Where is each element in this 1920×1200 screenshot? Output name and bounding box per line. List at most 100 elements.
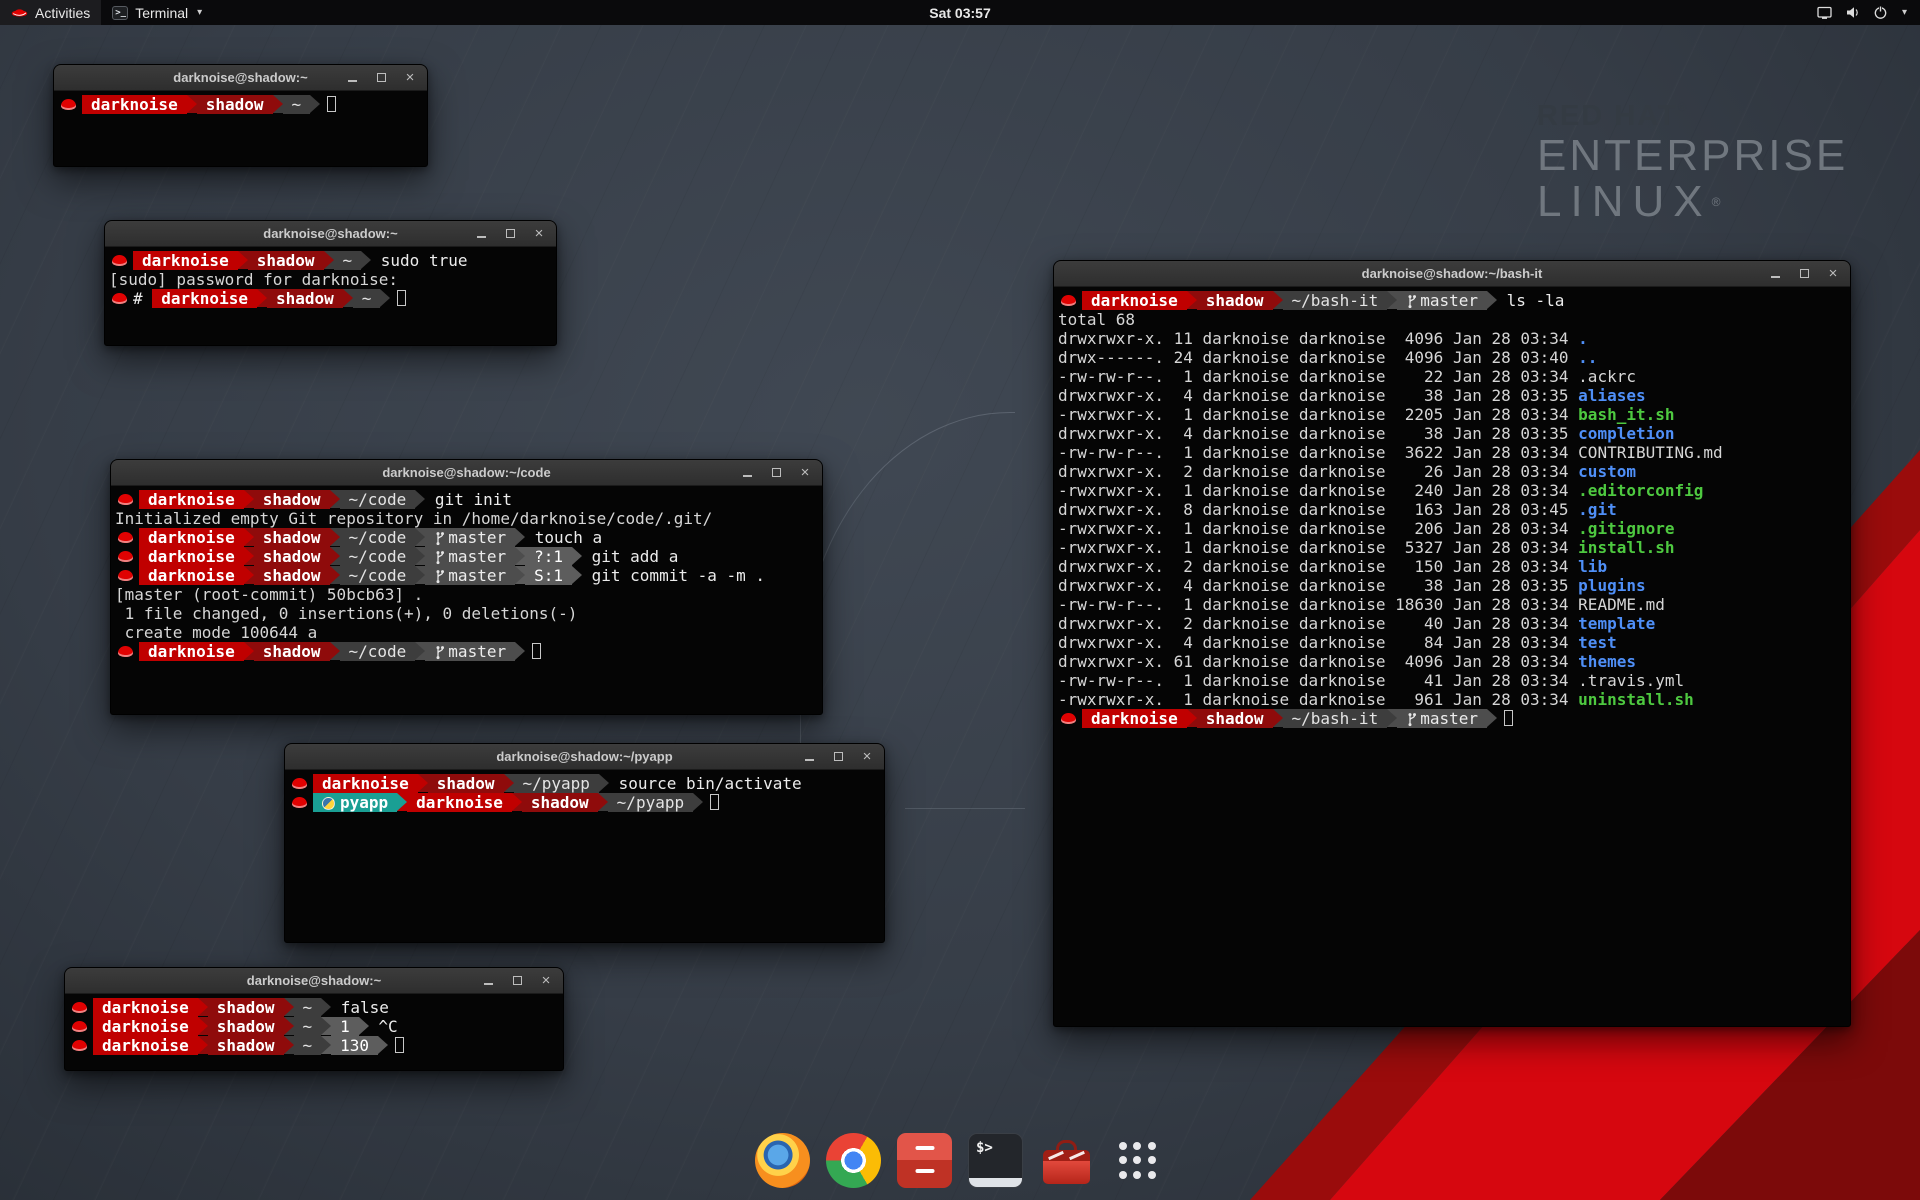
powerline-arrow (244, 566, 254, 584)
user-segment: darknoise (407, 793, 512, 812)
host-segment: shadow (254, 528, 330, 547)
redhat-prompt-icon (1061, 713, 1076, 724)
terminal-text: drwxrwxr-x. 4 darknoise darknoise 38 Jan… (1058, 386, 1578, 405)
terminal-window-5[interactable]: darknoise@shadow:~×darknoiseshadow~ fals… (64, 967, 564, 1071)
dock-firefox-icon[interactable] (755, 1133, 810, 1188)
terminal-line: Initialized empty Git repository in /hom… (115, 509, 820, 528)
close-button[interactable]: × (538, 973, 554, 989)
powerline-arrow (1387, 291, 1397, 309)
terminal-window-3[interactable]: darknoise@shadow:~/code× darknoiseshadow~… (110, 459, 823, 715)
maximize-button[interactable] (768, 465, 784, 481)
window-titlebar[interactable]: darknoise@shadow:~/bash-it× (1054, 261, 1850, 287)
terminal-line: darknoiseshadow~/codemaster touch a (115, 528, 820, 547)
powerline-arrow (572, 547, 582, 565)
git-status-segment: ?:1 (525, 547, 572, 566)
top-bar: Activities >_ Terminal ▾ Sat 03:57 ▾ (0, 0, 1920, 25)
powerline-arrow (397, 793, 407, 811)
host-segment: shadow (522, 793, 598, 812)
maximize-button[interactable] (373, 70, 389, 86)
host-segment: shadow (428, 774, 504, 793)
window-titlebar[interactable]: darknoise@shadow:~ × (54, 65, 427, 91)
powerline-arrow (415, 547, 425, 565)
app-menu-terminal[interactable]: >_ Terminal ▾ (101, 0, 213, 25)
maximize-button[interactable] (830, 749, 846, 765)
redhat-prompt-icon (61, 99, 76, 110)
terminal-text: drwxrwxr-x. 2 darknoise darknoise 150 Ja… (1058, 557, 1578, 576)
terminal-cursor (532, 643, 541, 659)
maximize-button[interactable] (509, 973, 525, 989)
minimize-button[interactable] (801, 749, 817, 765)
powerline-arrow (198, 1036, 208, 1054)
close-button[interactable]: × (402, 70, 418, 86)
host-segment: shadow (208, 998, 284, 1017)
host-segment: shadow (267, 289, 343, 308)
maximize-button[interactable] (1796, 266, 1812, 282)
window-titlebar[interactable]: darknoise@shadow:~/code× (111, 460, 822, 486)
terminal-line: -rw-rw-r--. 1 darknoise darknoise 18630 … (1058, 595, 1848, 614)
powerline-arrow (1187, 291, 1197, 309)
user-segment: darknoise (152, 289, 257, 308)
terminal-screen[interactable]: darknoiseshadow~ sudo true[sudo] passwor… (105, 247, 556, 345)
activities-button[interactable]: Activities (0, 0, 101, 25)
minimize-button[interactable] (480, 973, 496, 989)
host-segment: shadow (208, 1017, 284, 1036)
terminal-text: drwxrwxr-x. 2 darknoise darknoise 40 Jan… (1058, 614, 1578, 633)
close-button[interactable]: × (531, 226, 547, 242)
close-icon: × (542, 973, 551, 988)
terminal-text: .editorconfig (1578, 481, 1703, 500)
dock-chrome-icon[interactable] (826, 1133, 881, 1188)
window-controls: × (344, 65, 418, 90)
clock[interactable]: Sat 03:57 (929, 5, 990, 21)
dock-app-grid-icon[interactable] (1110, 1133, 1165, 1188)
maximize-button[interactable] (502, 226, 518, 242)
dock-toolbox-icon[interactable] (1039, 1133, 1094, 1188)
user-segment: darknoise (82, 95, 187, 114)
terminal-window-2[interactable]: darknoise@shadow:~×darknoiseshadow~ sudo… (104, 220, 557, 346)
terminal-text: .gitignore (1578, 519, 1674, 538)
powerline-arrow (1273, 709, 1283, 727)
venv-segment: pyapp (313, 793, 397, 812)
minimize-button[interactable] (1767, 266, 1783, 282)
close-button[interactable]: × (1825, 266, 1841, 282)
system-status-area[interactable]: ▾ (1803, 0, 1920, 25)
dock-terminal-icon[interactable]: $> (968, 1133, 1023, 1188)
terminal-text: aliases (1578, 386, 1645, 405)
powerline-arrow (284, 1017, 294, 1035)
powerline-arrow (1273, 291, 1283, 309)
window-title: darknoise@shadow:~ (173, 70, 307, 85)
terminal-window-1[interactable]: darknoise@shadow:~ × darknoiseshadow~ (53, 64, 428, 167)
powerline-arrow (343, 289, 353, 307)
window-title: darknoise@shadow:~/pyapp (496, 749, 672, 764)
terminal-screen[interactable]: darknoiseshadow~/bash-itmaster ls -latot… (1054, 287, 1850, 1026)
window-controls: × (1767, 261, 1841, 286)
window-titlebar[interactable]: darknoise@shadow:~/pyapp × (285, 744, 884, 770)
minimize-button[interactable] (473, 226, 489, 242)
powerline-arrow (359, 1017, 369, 1035)
redhat-prompt-icon (72, 1040, 87, 1051)
terminal-window-6[interactable]: darknoise@shadow:~/bash-it×darknoiseshad… (1053, 260, 1851, 1027)
redhat-prompt-icon (118, 494, 133, 505)
terminal-line: [master (root-commit) 50bcb63] . (115, 585, 820, 604)
git-branch-icon (434, 645, 446, 660)
terminal-text: -rwxrwxr-x. 1 darknoise darknoise 5327 J… (1058, 538, 1578, 557)
minimize-button[interactable] (344, 70, 360, 86)
minimize-button[interactable] (739, 465, 755, 481)
terminal-screen[interactable]: darknoiseshadow~/code git initInitialize… (111, 486, 822, 714)
terminal-screen[interactable]: darknoiseshadow~/pyapp source bin/activa… (285, 770, 884, 942)
terminal-screen[interactable]: darknoiseshadow~ falsedarknoiseshadow~1 … (65, 994, 563, 1070)
redhat-prompt-icon (118, 570, 133, 581)
terminal-screen[interactable]: darknoiseshadow~ (54, 91, 427, 166)
powerline-arrow (330, 642, 340, 660)
dock-files-icon[interactable] (897, 1133, 952, 1188)
host-segment: shadow (254, 566, 330, 585)
close-button[interactable]: × (797, 465, 813, 481)
powerline-arrow (330, 547, 340, 565)
path-segment: ~/code (340, 547, 416, 566)
power-icon (1872, 4, 1889, 21)
maximize-icon (834, 752, 843, 761)
window-titlebar[interactable]: darknoise@shadow:~× (105, 221, 556, 247)
window-titlebar[interactable]: darknoise@shadow:~× (65, 968, 563, 994)
terminal-window-4[interactable]: darknoise@shadow:~/pyapp×darknoiseshadow… (284, 743, 885, 943)
close-button[interactable]: × (859, 749, 875, 765)
maximize-icon (772, 468, 781, 477)
